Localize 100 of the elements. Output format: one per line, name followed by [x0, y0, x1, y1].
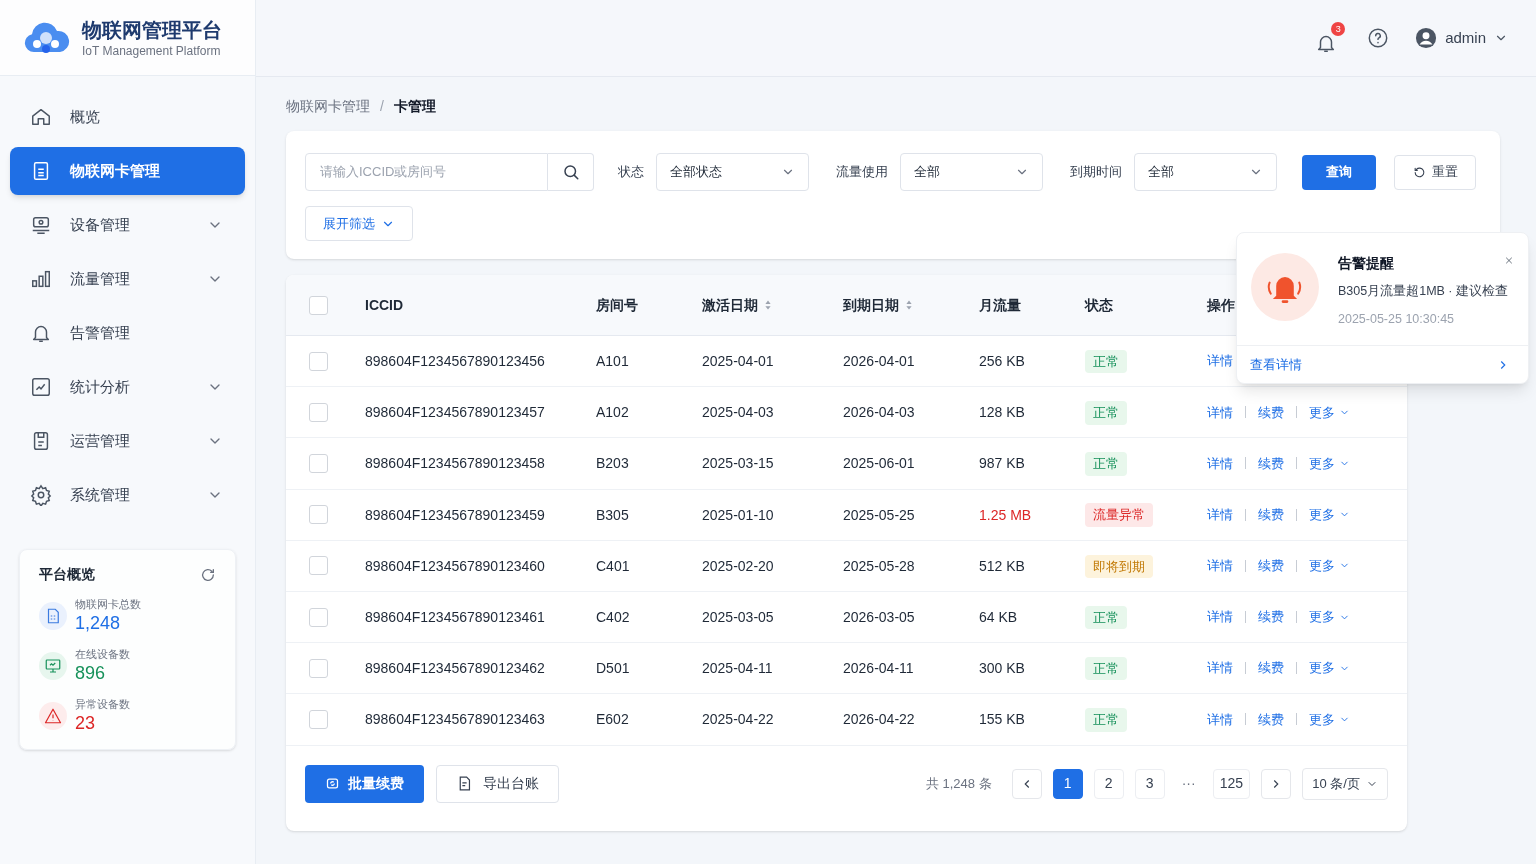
checkbox[interactable] [308, 658, 328, 678]
table-cell: B203 [596, 455, 629, 472]
reset-button[interactable]: 重置 [1394, 154, 1476, 190]
stat-label: 异常设备数 [75, 697, 130, 711]
page-size-dropdown[interactable]: 10 条/页 [1302, 767, 1388, 800]
action-link[interactable]: 详情 [1207, 709, 1233, 730]
filter-dropdown[interactable]: 全部 [900, 153, 1043, 191]
table-cell: 512 KB [979, 557, 1025, 574]
table-cell: E602 [596, 711, 629, 728]
sidebar-item[interactable]: 物联网卡管理 [10, 147, 245, 195]
action-link[interactable]: 详情 [1207, 351, 1233, 371]
checkbox[interactable] [308, 402, 328, 422]
device-icon [30, 214, 52, 236]
column-header[interactable]: 激活日期 [702, 294, 758, 316]
warning-icon [44, 707, 62, 725]
table-cell: C402 [596, 609, 630, 626]
close-icon[interactable] [1504, 254, 1514, 267]
action-link[interactable]: 续费 [1258, 709, 1284, 730]
sidebar-item[interactable]: 流量管理 [10, 255, 245, 303]
sidebar-item[interactable]: 告警管理 [10, 309, 245, 357]
stat-value: 23 [75, 712, 97, 735]
previous-page-button[interactable] [1011, 768, 1042, 799]
action-link[interactable]: 续费 [1258, 556, 1284, 576]
sidebar-item[interactable]: 统计分析 [10, 363, 245, 411]
page-button[interactable]: 3 [1134, 768, 1165, 799]
more-dropdown[interactable]: 更多 [1309, 453, 1350, 474]
page-button[interactable]: 1 [1052, 768, 1083, 799]
status-tag: 正常 [1085, 656, 1127, 681]
checkbox[interactable] [308, 556, 328, 576]
sidebar-item[interactable]: 系统管理 [10, 471, 245, 519]
search-button[interactable] [548, 153, 594, 191]
more-dropdown[interactable]: 更多 [1309, 504, 1350, 525]
notification-button[interactable]: 3 [1315, 22, 1346, 54]
table-cell: 898604F1234567890123459 [365, 506, 545, 523]
table-cell: 2025-06-01 [843, 455, 915, 472]
action-link[interactable]: 详情 [1207, 453, 1233, 474]
sidebar-item[interactable]: 概览 [10, 93, 245, 141]
table-cell: C401 [596, 557, 630, 574]
more-dropdown[interactable]: 更多 [1309, 709, 1350, 730]
action-link[interactable]: 详情 [1207, 402, 1233, 423]
more-dropdown[interactable]: 更多 [1309, 556, 1350, 576]
avatar-icon [1415, 27, 1438, 49]
filter-dropdown[interactable]: 全部 [1134, 153, 1277, 191]
table-cell: 898604F1234567890123458 [365, 455, 545, 472]
action-link[interactable]: 续费 [1258, 453, 1284, 474]
export-button[interactable]: 导出台账 [436, 764, 559, 803]
status-tag: 正常 [1085, 605, 1127, 630]
table-cell: 2025-04-03 [702, 404, 774, 421]
checkbox[interactable] [308, 351, 328, 371]
checkbox[interactable] [308, 505, 328, 525]
action-link[interactable]: 续费 [1258, 504, 1284, 525]
batch-renew-button[interactable]: 批量续费 [305, 764, 424, 803]
query-button[interactable]: 查询 [1302, 154, 1376, 190]
more-dropdown[interactable]: 更多 [1309, 658, 1350, 678]
sidebar-item[interactable]: 运营管理 [10, 417, 245, 465]
action-link[interactable]: 详情 [1207, 607, 1233, 627]
more-dropdown[interactable]: 更多 [1309, 402, 1350, 423]
status-tag: 正常 [1085, 349, 1127, 374]
line-chart-icon [30, 376, 52, 398]
page-button[interactable]: 125 [1212, 768, 1250, 799]
checkbox[interactable] [308, 607, 328, 627]
expand-filter-button[interactable]: 展开筛选 [305, 206, 413, 241]
sort-icon[interactable] [905, 299, 913, 311]
checkbox[interactable] [308, 453, 328, 473]
table-cell: A101 [596, 353, 629, 370]
help-icon[interactable] [1367, 27, 1390, 49]
view-details-link[interactable]: 查看详情 [1237, 346, 1528, 383]
sidebar-item[interactable]: 设备管理 [10, 201, 245, 249]
table-cell: 2025-02-20 [702, 557, 774, 574]
table-cell: 2025-05-25 [843, 506, 915, 523]
breadcrumb-current: 卡管理 [393, 96, 436, 116]
next-page-button[interactable] [1261, 768, 1291, 799]
filter-label: 状态 [618, 163, 644, 182]
checkbox[interactable] [308, 709, 328, 729]
stat-value: 896 [75, 662, 107, 685]
action-link[interactable]: 续费 [1258, 402, 1284, 423]
page-button[interactable]: 2 [1093, 768, 1124, 799]
table-cell: 2026-04-22 [843, 711, 915, 728]
breadcrumb-link[interactable]: 物联网卡管理 [286, 95, 370, 117]
status-tag: 即将到期 [1085, 554, 1153, 579]
sort-icon[interactable] [764, 299, 772, 311]
user-menu[interactable]: admin [1415, 26, 1508, 50]
more-dropdown[interactable]: 更多 [1309, 607, 1350, 627]
filter-dropdown[interactable]: 全部状态 [656, 153, 809, 191]
table-cell: 128 KB [979, 404, 1025, 421]
search-field[interactable]: 请输入ICCID或房间号 [305, 153, 548, 191]
table-cell: 300 KB [979, 660, 1025, 677]
action-link[interactable]: 详情 [1207, 504, 1233, 525]
refresh-icon[interactable] [200, 566, 216, 583]
action-link[interactable]: 续费 [1258, 607, 1284, 627]
action-link[interactable]: 续费 [1258, 658, 1284, 678]
column-header: 月流量 [979, 295, 1021, 315]
overview-title: 平台概览 [39, 565, 95, 584]
status-tag: 流量异常 [1085, 503, 1153, 527]
column-header[interactable]: 到期日期 [843, 294, 899, 316]
table-cell: 898604F1234567890123463 [365, 711, 545, 728]
action-link[interactable]: 详情 [1207, 658, 1233, 678]
action-link[interactable]: 详情 [1207, 556, 1233, 576]
table-cell: 2025-05-28 [843, 557, 915, 574]
checkbox[interactable] [308, 295, 328, 315]
